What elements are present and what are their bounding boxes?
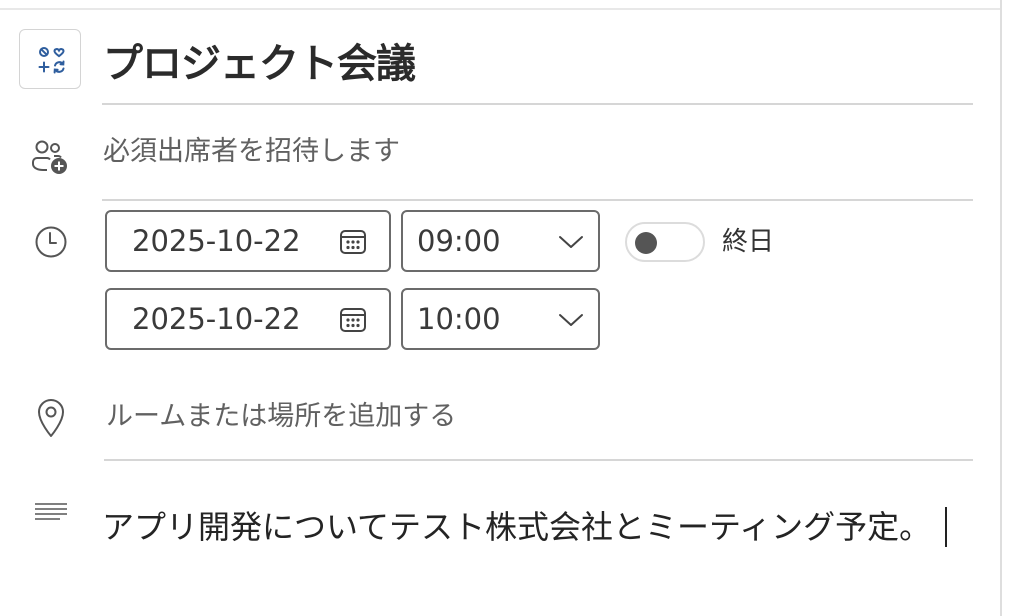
calendar-icon xyxy=(340,230,366,254)
top-divider xyxy=(0,0,1000,10)
event-body-editor[interactable]: アプリ開発についてテスト株式会社とミーティング予定。 xyxy=(102,502,948,552)
start-date-value: 2025-10-22 xyxy=(132,224,301,258)
start-time-value: 09:00 xyxy=(417,224,501,258)
category-button[interactable] xyxy=(19,29,81,89)
all-day-toggle[interactable] xyxy=(625,222,705,262)
start-date-picker[interactable]: 2025-10-22 xyxy=(105,210,391,272)
end-date-value: 2025-10-22 xyxy=(132,302,301,336)
end-date-picker[interactable]: 2025-10-22 xyxy=(105,288,391,350)
calendar-icon xyxy=(340,308,366,332)
start-time-dropdown[interactable]: 09:00 xyxy=(401,210,600,272)
text-caret xyxy=(945,507,948,547)
clock-icon xyxy=(34,225,68,259)
attendees-divider xyxy=(102,199,973,201)
all-day-label: 終日 xyxy=(722,227,775,257)
location-pin-icon xyxy=(36,398,66,438)
event-title[interactable]: プロジェクト会議 xyxy=(103,36,416,92)
location-divider xyxy=(104,459,973,461)
scrollbar-track[interactable] xyxy=(1000,0,1016,616)
title-divider xyxy=(102,103,973,105)
chevron-down-icon xyxy=(559,236,583,248)
event-body-text: アプリ開発についてテスト株式会社とミーティング予定。 xyxy=(102,508,932,546)
toggle-knob xyxy=(635,232,657,254)
end-time-dropdown[interactable]: 10:00 xyxy=(401,288,600,350)
location-input[interactable]: ルームまたは場所を追加する xyxy=(106,394,806,440)
category-icon xyxy=(38,47,65,74)
people-add-icon xyxy=(30,138,70,176)
chevron-down-icon xyxy=(559,314,583,326)
attendees-input[interactable]: 必須出席者を招待します xyxy=(103,128,803,176)
event-compose-form: プロジェクト会議 必須出席者を招待します 2025-10-22 09:00 終日… xyxy=(0,0,1016,616)
end-time-value: 10:00 xyxy=(417,302,501,336)
text-lines-icon xyxy=(34,502,68,524)
